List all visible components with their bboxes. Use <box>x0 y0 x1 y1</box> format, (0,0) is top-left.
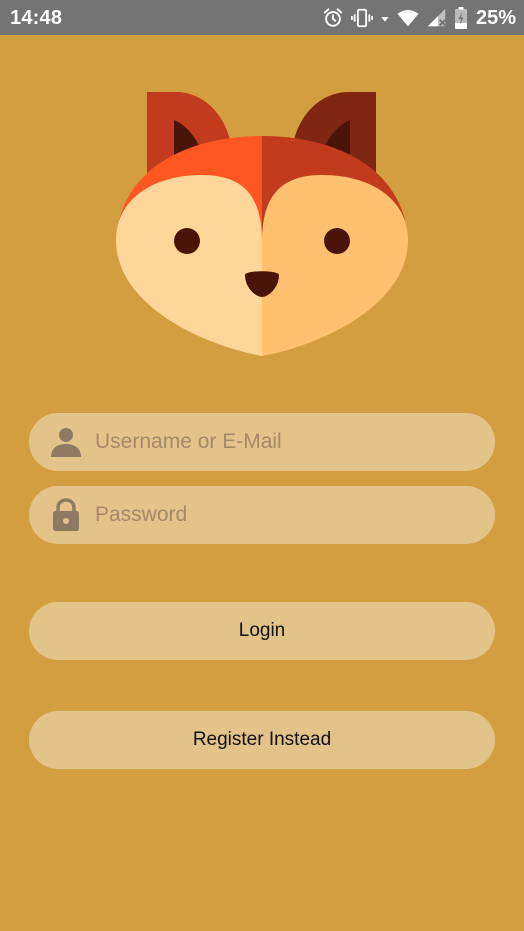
vibrate-icon <box>350 7 374 29</box>
cell-signal-icon <box>426 7 448 29</box>
person-icon <box>49 425 83 459</box>
status-icons: 25% <box>322 4 516 32</box>
status-bar: 14:48 25% <box>0 0 524 35</box>
username-field[interactable] <box>29 413 495 471</box>
battery-icon <box>454 6 468 30</box>
username-input[interactable] <box>95 413 475 471</box>
fox-logo <box>112 90 412 360</box>
wifi-icon <box>396 7 420 29</box>
password-field[interactable] <box>29 486 495 544</box>
lock-icon <box>49 498 83 532</box>
status-time: 14:48 <box>10 7 63 29</box>
battery-percentage: 25% <box>475 6 516 29</box>
register-instead-button[interactable]: Register Instead <box>29 711 495 769</box>
alarm-icon <box>322 7 344 29</box>
password-input[interactable] <box>95 486 475 544</box>
login-button[interactable]: Login <box>29 602 495 660</box>
data-arrow-icon <box>380 7 390 29</box>
